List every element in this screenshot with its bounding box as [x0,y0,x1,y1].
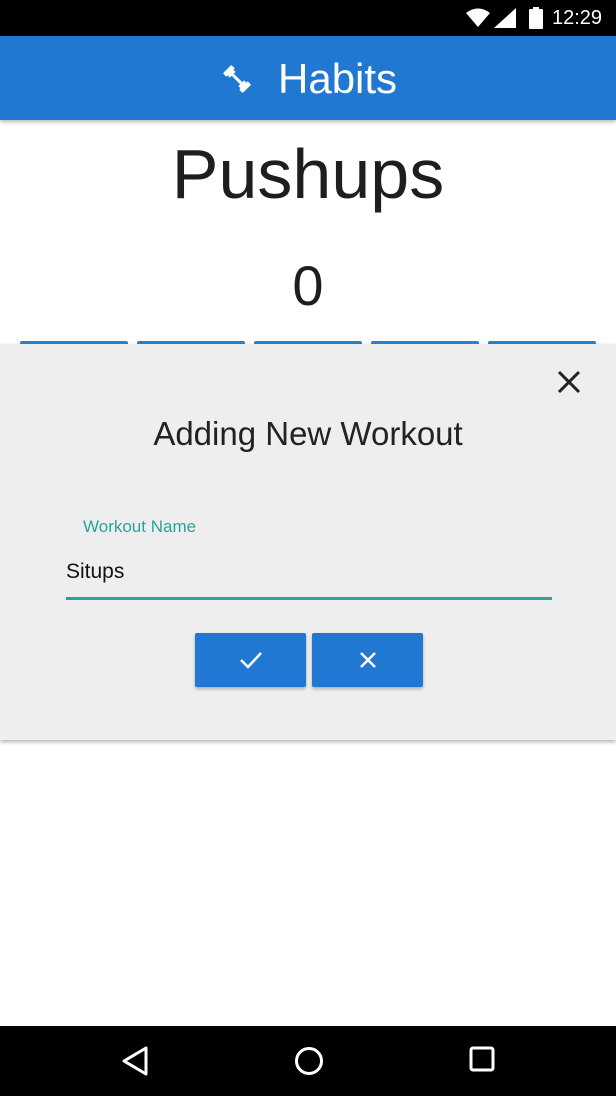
dialog-close-button[interactable] [556,369,582,395]
confirm-button[interactable] [195,633,306,687]
cancel-button[interactable] [312,633,423,687]
add-workout-dialog [0,344,616,740]
workout-name-label: Workout Name [83,517,197,536]
battery-icon [529,7,543,34]
wifi-icon [466,8,490,33]
app-bar: Habits [0,36,616,120]
dumbbell-icon [220,62,254,101]
dialog-title: Adding New Workout [153,415,463,452]
close-icon [359,652,376,668]
navigation-bar [0,1026,616,1096]
app-title: Habits [278,55,398,102]
recents-icon[interactable] [468,1045,498,1080]
workout-name-input[interactable] [66,550,552,600]
signal-icon [494,8,516,33]
status-time: 12:29 [552,7,603,29]
check-icon [239,652,262,669]
back-icon[interactable] [120,1045,150,1082]
close-icon [557,370,581,394]
home-icon[interactable] [293,1045,325,1082]
status-bar: 12:29 [0,0,616,36]
workout-count: 0 [292,254,324,317]
workout-name: Pushups [171,135,445,213]
